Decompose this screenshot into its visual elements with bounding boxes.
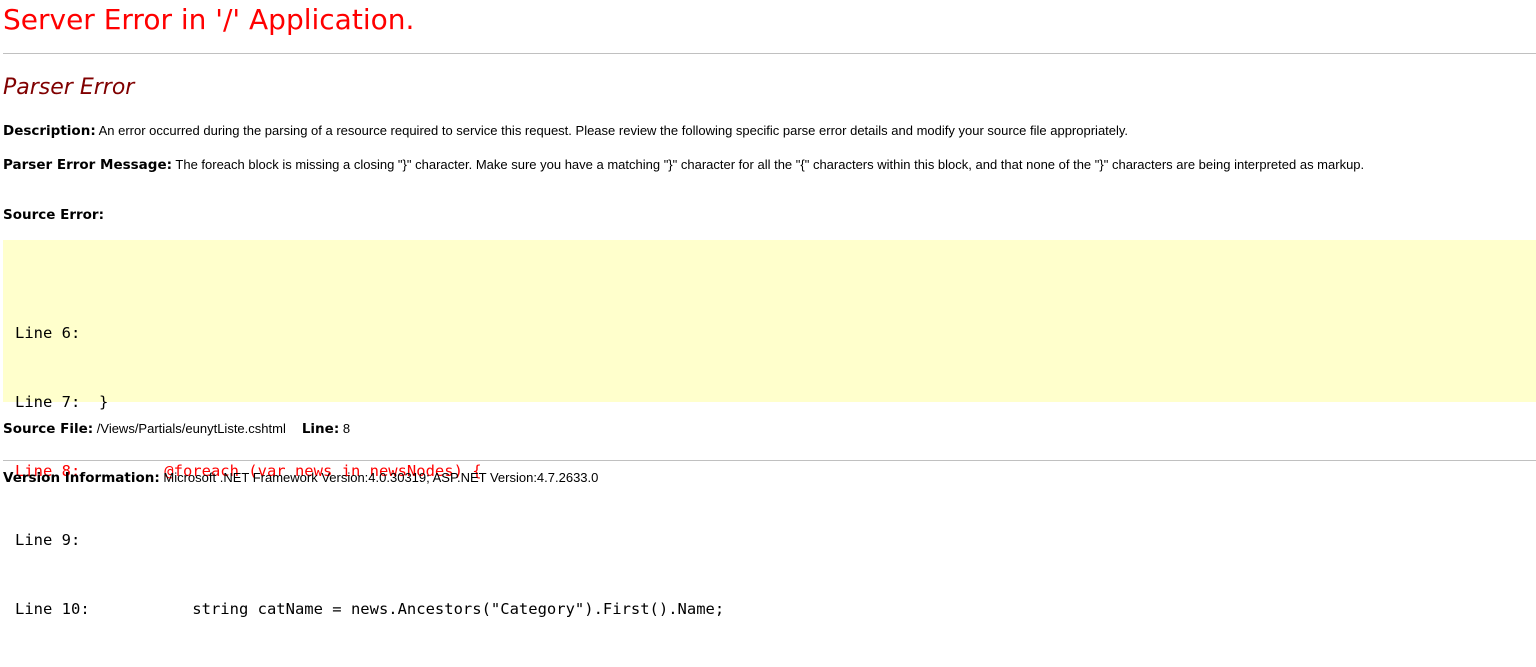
version-information: Version Information: Microsoft .NET Fram… (3, 469, 598, 487)
source-file-info: Source File: /Views/Partials/eunytListe.… (3, 420, 350, 438)
description: Description: An error occurred during th… (3, 122, 1128, 140)
parser-error-message-label: Parser Error Message: (3, 157, 173, 173)
source-error-label: Source Error: (3, 207, 104, 223)
source-error-code-block: Line 6: Line 7: } Line 8: @foreach (var … (3, 240, 1536, 618)
source-file-label: Source File: (3, 421, 94, 437)
code-line-6: Line 6: (15, 324, 109, 342)
source-error-heading: Source Error: (3, 206, 104, 224)
description-text: An error occurred during the parsing of … (95, 123, 1129, 138)
source-line-number: 8 (339, 421, 351, 436)
parser-error-message: Parser Error Message: The foreach block … (3, 156, 1364, 174)
title-divider (3, 53, 1536, 54)
source-line-label: Line: (301, 421, 340, 437)
description-label: Description: (3, 123, 96, 139)
code-line-9: Line 9: (15, 531, 109, 549)
version-text: Microsoft .NET Framework Version:4.0.303… (159, 470, 599, 485)
page-title: Server Error in '/' Application. (3, 3, 415, 36)
parser-error-message-text: The foreach block is missing a closing "… (172, 157, 1365, 172)
version-divider (3, 460, 1536, 461)
code-line-7: Line 7: } (15, 393, 109, 411)
source-file-path: /Views/Partials/eunytListe.cshtml (93, 421, 286, 436)
version-label: Version Information: (3, 470, 160, 486)
code-line-10: Line 10: string catName = news.Ancestors… (15, 600, 725, 618)
error-heading: Parser Error (3, 75, 135, 100)
